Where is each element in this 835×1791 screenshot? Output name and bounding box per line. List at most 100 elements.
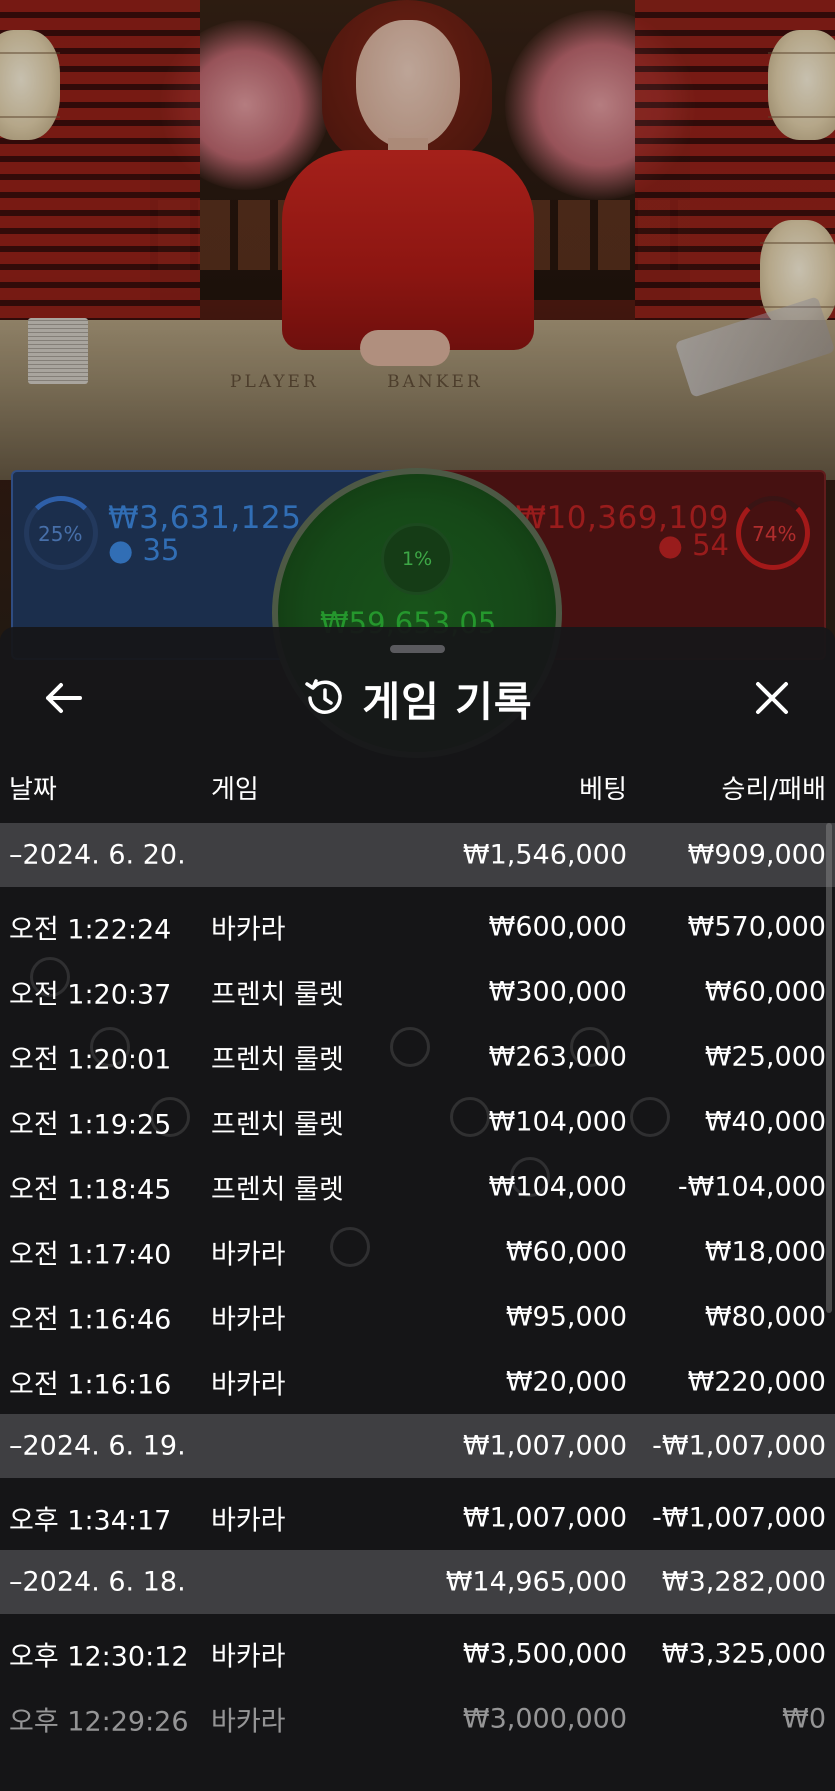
entry-game: 바카라: [211, 1369, 286, 1400]
banker-percent: 74%: [752, 522, 797, 546]
entry-time: 오전 1:16:46: [9, 1304, 172, 1335]
entry-time: 오전 1:17:40: [9, 1239, 172, 1270]
history-entry-row[interactable]: 오전 1:18:45 프렌치 룰렛 ₩104,000 -₩104,000: [0, 1154, 835, 1219]
banker-count: ● 54: [658, 528, 729, 562]
entry-bet: ₩3,000,000: [462, 1703, 627, 1734]
column-header-date: 날짜: [9, 775, 57, 805]
entry-result: ₩60,000: [704, 976, 826, 1007]
table-labels: PLAYER BANKER: [230, 372, 543, 392]
entry-game: 바카라: [211, 1304, 286, 1335]
entry-time: 오후 12:29:26: [9, 1706, 189, 1737]
entry-result: ₩18,000: [704, 1236, 826, 1267]
entry-result: ₩80,000: [704, 1301, 826, 1332]
page-title: 게임 기록: [362, 678, 533, 726]
history-entry-row[interactable]: 오전 1:22:24 바카라 ₩600,000 ₩570,000: [0, 894, 835, 959]
table-label-player: PLAYER: [230, 372, 319, 392]
entry-bet: ₩300,000: [488, 976, 627, 1007]
history-entry-row[interactable]: 오전 1:20:37 프렌치 룰렛 ₩300,000 ₩60,000: [0, 959, 835, 1024]
day-bet-total: ₩1,007,000: [462, 1430, 627, 1462]
entry-bet: ₩60,000: [505, 1236, 627, 1267]
entry-result: -₩104,000: [677, 1171, 826, 1202]
player-count-value: 35: [142, 533, 180, 567]
entry-game: 바카라: [211, 1706, 286, 1737]
day-date: –2024. 6. 20.: [9, 839, 186, 871]
history-entry-row[interactable]: 오전 1:16:46 바카라 ₩95,000 ₩80,000: [0, 1284, 835, 1349]
entry-time: 오전 1:22:24: [9, 914, 172, 945]
entry-time: 오후 12:30:12: [9, 1641, 189, 1672]
column-header-game: 게임: [211, 775, 259, 805]
sheet-header: 게임 기록: [0, 667, 835, 729]
entry-game: 바카라: [211, 1239, 286, 1270]
entry-time: 오전 1:20:37: [9, 979, 172, 1010]
entry-game: 프렌치 룰렛: [211, 1109, 344, 1140]
player-count: ● 35: [108, 533, 179, 567]
entry-result: ₩220,000: [687, 1366, 826, 1397]
day-summary-row[interactable]: –2024. 6. 20. ₩1,546,000 ₩909,000: [0, 823, 835, 887]
tie-percent: 1%: [402, 548, 433, 570]
entry-result: ₩40,000: [704, 1106, 826, 1137]
entry-time: 오후 1:34:17: [9, 1505, 172, 1536]
entry-game: 프렌치 룰렛: [211, 1174, 344, 1205]
entry-bet: ₩104,000: [488, 1171, 627, 1202]
day-date: –2024. 6. 19.: [9, 1430, 186, 1462]
entry-result: ₩3,325,000: [661, 1638, 826, 1669]
day-summary-row[interactable]: –2024. 6. 18. ₩14,965,000 ₩3,282,000: [0, 1550, 835, 1614]
entry-game: 바카라: [211, 914, 286, 945]
banker-count-value: 54: [692, 528, 729, 562]
entry-bet: ₩600,000: [488, 911, 627, 942]
history-entry-row[interactable]: 오전 1:16:16 바카라 ₩20,000 ₩220,000: [0, 1349, 835, 1414]
history-entry-row[interactable]: 오전 1:20:01 프렌치 룰렛 ₩263,000 ₩25,000: [0, 1024, 835, 1089]
entry-bet: ₩263,000: [488, 1041, 627, 1072]
player-bet-amount: ₩3,631,125: [108, 500, 302, 536]
entry-result: ₩0: [782, 1703, 826, 1734]
user-icon: ●: [657, 528, 683, 562]
scrollbar[interactable]: [826, 823, 832, 1313]
dealer-dress: [282, 150, 534, 350]
entry-time: 오전 1:19:25: [9, 1109, 172, 1140]
day-result-total: -₩1,007,000: [652, 1430, 826, 1462]
close-x-icon: [756, 682, 788, 714]
entry-result: ₩25,000: [704, 1041, 826, 1072]
entry-time: 오전 1:20:01: [9, 1044, 172, 1075]
day-date: –2024. 6. 18.: [9, 1566, 186, 1598]
table-header: 날짜 게임 베팅 승리/패배: [0, 769, 835, 809]
entry-bet: ₩95,000: [505, 1301, 627, 1332]
history-entry-row[interactable]: 오전 1:19:25 프렌치 룰렛 ₩104,000 ₩40,000: [0, 1089, 835, 1154]
entry-result: ₩570,000: [687, 911, 826, 942]
entry-time: 오전 1:16:16: [9, 1369, 172, 1400]
day-result-total: ₩909,000: [687, 839, 826, 871]
history-clock-icon: [305, 679, 343, 714]
entry-bet: ₩1,007,000: [462, 1502, 627, 1533]
player-percent: 25%: [38, 522, 83, 546]
entry-time: 오전 1:18:45: [9, 1174, 172, 1205]
history-entry-row[interactable]: 오전 1:17:40 바카라 ₩60,000 ₩18,000: [0, 1219, 835, 1284]
table-label-banker: BANKER: [387, 372, 483, 392]
column-header-bet: 베팅: [579, 775, 627, 805]
day-result-total: ₩3,282,000: [661, 1566, 826, 1598]
history-list[interactable]: –2024. 6. 20. ₩1,546,000 ₩909,000 오전 1:22:2…: [0, 823, 835, 1751]
day-bet-total: ₩14,965,000: [445, 1566, 627, 1598]
entry-game: 프렌치 룰렛: [211, 979, 344, 1010]
day-bet-total: ₩1,546,000: [462, 839, 627, 871]
dealer-face: [356, 20, 460, 148]
card-stack: [28, 318, 88, 384]
sheet-drag-handle[interactable]: [390, 645, 445, 653]
entry-bet: ₩20,000: [505, 1366, 627, 1397]
column-header-result: 승리/패배: [721, 775, 826, 805]
lantern-icon: [0, 30, 60, 140]
entry-result: -₩1,007,000: [652, 1502, 826, 1533]
entry-bet: ₩3,500,000: [462, 1638, 627, 1669]
close-button[interactable]: [739, 670, 805, 726]
history-entry-row[interactable]: 오후 12:30:12 바카라 ₩3,500,000 ₩3,325,000: [0, 1621, 835, 1686]
entry-game: 프렌치 룰렛: [211, 1044, 344, 1075]
day-summary-row[interactable]: –2024. 6. 19. ₩1,007,000 -₩1,007,000: [0, 1414, 835, 1478]
user-icon: ●: [108, 533, 134, 567]
dealer-hands: [360, 330, 450, 366]
game-history-sheet: 게임 기록 날짜 게임 베팅 승리/패배 –2024. 6. 20. ₩1,546…: [0, 627, 835, 1791]
history-entry-row[interactable]: 오후 12:29:26 바카라 ₩3,000,000 ₩0: [0, 1686, 835, 1751]
entry-game: 바카라: [211, 1641, 286, 1672]
lantern-icon: [768, 30, 835, 140]
history-entry-row[interactable]: 오후 1:34:17 바카라 ₩1,007,000 -₩1,007,000: [0, 1485, 835, 1550]
entry-bet: ₩104,000: [488, 1106, 627, 1137]
entry-game: 바카라: [211, 1505, 286, 1536]
